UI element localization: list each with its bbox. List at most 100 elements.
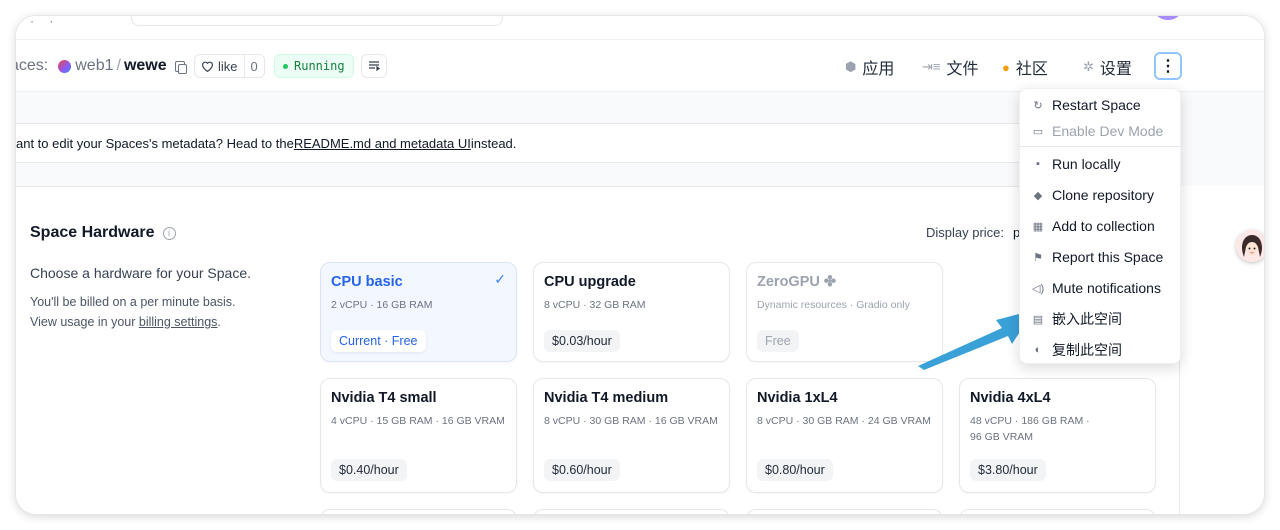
hardware-card-t4-medium[interactable]: Nvidia T4 medium 8 vCPU · 30 GB RAM · 16… bbox=[533, 378, 730, 493]
card-spec: 2 vCPU · 16 GB RAM bbox=[331, 299, 433, 311]
breadcrumb-org[interactable]: web1 bbox=[75, 57, 113, 75]
community-icon: ● bbox=[1002, 59, 1010, 75]
billing-note: You'll be billed on a per minute basis. bbox=[30, 295, 236, 309]
status-dot-icon bbox=[283, 63, 288, 69]
hardware-card-cpu-basic[interactable]: CPU basic ✓ 2 vCPU · 16 GB RAM Current ·… bbox=[320, 262, 517, 362]
breadcrumb-repo[interactable]: wewe bbox=[124, 57, 167, 75]
hardware-card-partial bbox=[746, 509, 943, 514]
menu-divider bbox=[1020, 146, 1182, 147]
menu-item-run-locally[interactable]: ▪ Run locally bbox=[1020, 150, 1182, 178]
browser-frame: · · aces: web1 / wewe like 0 Running bbox=[16, 16, 1264, 514]
logs-icon bbox=[369, 61, 380, 71]
card-spec: 4 vCPU · 15 GB RAM · 16 GB VRAM bbox=[331, 415, 505, 427]
logs-button[interactable] bbox=[361, 54, 387, 78]
tab-app[interactable]: ⬢ 应用 bbox=[845, 55, 894, 79]
metadata-notice: ant to edit your Spaces's metadata? Head… bbox=[16, 123, 1176, 163]
menu-item-label: Restart Space bbox=[1052, 97, 1141, 113]
top-navbar: · · bbox=[16, 16, 1264, 40]
cube-icon: ⬢ bbox=[845, 59, 857, 74]
hardware-card-4xl4[interactable]: Nvidia 4xL4 48 vCPU · 186 GB RAM · 96 GB… bbox=[959, 378, 1156, 493]
logo-fragment: · · bbox=[30, 16, 60, 28]
files-icon: ⇥≡ bbox=[922, 59, 941, 74]
gear-icon: ✲ bbox=[1083, 59, 1094, 74]
hardware-card-1xl4[interactable]: Nvidia 1xL4 8 vCPU · 30 GB RAM · 24 GB V… bbox=[746, 378, 943, 493]
status-badge: Running bbox=[274, 54, 354, 78]
hardware-card-zerogpu: ZeroGPU ✤ Dynamic resources · Gradio onl… bbox=[746, 262, 943, 362]
menu-item-label: Enable Dev Mode bbox=[1052, 123, 1164, 139]
billing-settings-link[interactable]: billing settings bbox=[139, 315, 218, 329]
card-price: Current · Free bbox=[331, 330, 426, 352]
breadcrumb-separator: / bbox=[116, 57, 121, 74]
breadcrumb: aces: web1 / wewe bbox=[16, 57, 187, 75]
metadata-link[interactable]: README.md and metadata UI bbox=[294, 136, 471, 151]
card-price: $3.80/hour bbox=[970, 459, 1046, 481]
tab-settings-label: 设置 bbox=[1099, 61, 1132, 78]
usage-note-before: View usage in your bbox=[30, 315, 139, 329]
more-options-menu: ↻ Restart Space ▭ Enable Dev Mode ▪ Run … bbox=[1019, 88, 1182, 364]
menu-item-label: 嵌入此空间 bbox=[1052, 311, 1122, 327]
card-spec: 8 vCPU · 30 GB RAM · 24 GB VRAM bbox=[757, 415, 931, 427]
hardware-card-partial bbox=[959, 509, 1156, 514]
menu-item-mute[interactable]: ◁) Mute notifications bbox=[1020, 274, 1182, 302]
like-count: 0 bbox=[250, 58, 258, 74]
menu-item-embed[interactable]: ▤ 嵌入此空间 bbox=[1020, 305, 1182, 333]
card-name: CPU upgrade bbox=[544, 274, 636, 290]
tab-app-label: 应用 bbox=[862, 61, 895, 78]
global-search-input[interactable] bbox=[131, 16, 503, 26]
menu-item-restart[interactable]: ↻ Restart Space bbox=[1020, 91, 1182, 119]
card-price: $0.03/hour bbox=[544, 330, 620, 352]
collection-icon: ▦ bbox=[1032, 220, 1044, 233]
duplicate-icon: ◐ bbox=[1034, 344, 1042, 356]
flag-icon: ⚑ bbox=[1033, 251, 1043, 264]
more-options-button[interactable]: ⋮ bbox=[1154, 52, 1182, 80]
card-name: Nvidia 4xL4 bbox=[970, 390, 1051, 406]
tab-settings[interactable]: ✲ 设置 bbox=[1083, 55, 1132, 79]
copy-icon[interactable] bbox=[174, 60, 187, 74]
git-icon: ◆ bbox=[1033, 189, 1043, 202]
tab-community-label: 社区 bbox=[1015, 61, 1048, 78]
hardware-card-partial bbox=[533, 509, 730, 514]
card-price: $0.60/hour bbox=[544, 459, 620, 481]
like-label: like bbox=[218, 58, 238, 74]
org-avatar bbox=[58, 59, 72, 73]
card-spec: 8 vCPU · 30 GB RAM · 16 GB VRAM bbox=[544, 415, 718, 427]
usage-note-after: . bbox=[217, 315, 221, 329]
notice-text-before: ant to edit your Spaces's metadata? Head… bbox=[16, 135, 294, 151]
tab-files-label: 文件 bbox=[946, 61, 979, 78]
menu-item-label: Report this Space bbox=[1052, 249, 1164, 265]
card-spec: 8 vCPU · 32 GB RAM bbox=[544, 299, 646, 311]
assistant-face-icon bbox=[1236, 230, 1264, 262]
card-price: $0.40/hour bbox=[331, 459, 407, 481]
embed-icon: ▤ bbox=[1032, 313, 1044, 326]
monitor-icon: ▪ bbox=[1036, 158, 1040, 170]
menu-item-report[interactable]: ⚑ Report this Space bbox=[1020, 243, 1182, 271]
assistant-avatar[interactable] bbox=[1236, 230, 1264, 262]
user-avatar[interactable] bbox=[1156, 16, 1180, 20]
card-name: Nvidia 1xL4 bbox=[757, 390, 838, 406]
menu-item-label: Add to collection bbox=[1052, 218, 1155, 234]
heart-icon bbox=[202, 61, 213, 72]
menu-item-clone[interactable]: ◆ Clone repository bbox=[1020, 181, 1182, 209]
menu-item-duplicate[interactable]: ◐ 复制此空间 bbox=[1020, 336, 1182, 364]
hardware-title: Space Hardware i bbox=[30, 224, 176, 242]
menu-item-label: Clone repository bbox=[1052, 187, 1154, 203]
card-price: $0.80/hour bbox=[757, 459, 833, 481]
display-price-label: Display price: bbox=[926, 225, 1005, 240]
hardware-card-partial bbox=[320, 509, 517, 514]
restart-icon: ↻ bbox=[1033, 99, 1043, 112]
tab-community[interactable]: ● 社区 bbox=[1002, 55, 1048, 79]
card-price: Free bbox=[757, 330, 799, 352]
hardware-card-cpu-upgrade[interactable]: CPU upgrade 8 vCPU · 32 GB RAM $0.03/hou… bbox=[533, 262, 730, 362]
card-name: Nvidia T4 small bbox=[331, 390, 437, 406]
menu-item-add-collection[interactable]: ▦ Add to collection bbox=[1020, 212, 1182, 240]
hardware-title-text: Space Hardware bbox=[30, 224, 155, 241]
like-button[interactable]: like 0 bbox=[194, 54, 265, 78]
card-spec: Dynamic resources · Gradio only bbox=[757, 299, 910, 311]
hardware-card-t4-small[interactable]: Nvidia T4 small 4 vCPU · 15 GB RAM · 16 … bbox=[320, 378, 517, 493]
info-icon[interactable]: i bbox=[162, 226, 176, 240]
hardware-subtitle: Choose a hardware for your Space. bbox=[30, 265, 252, 281]
tab-files[interactable]: ⇥≡ 文件 bbox=[922, 55, 979, 79]
card-name: Nvidia T4 medium bbox=[544, 390, 669, 406]
menu-item-dev-mode[interactable]: ▭ Enable Dev Mode bbox=[1020, 117, 1182, 145]
status-label: Running bbox=[294, 59, 345, 73]
